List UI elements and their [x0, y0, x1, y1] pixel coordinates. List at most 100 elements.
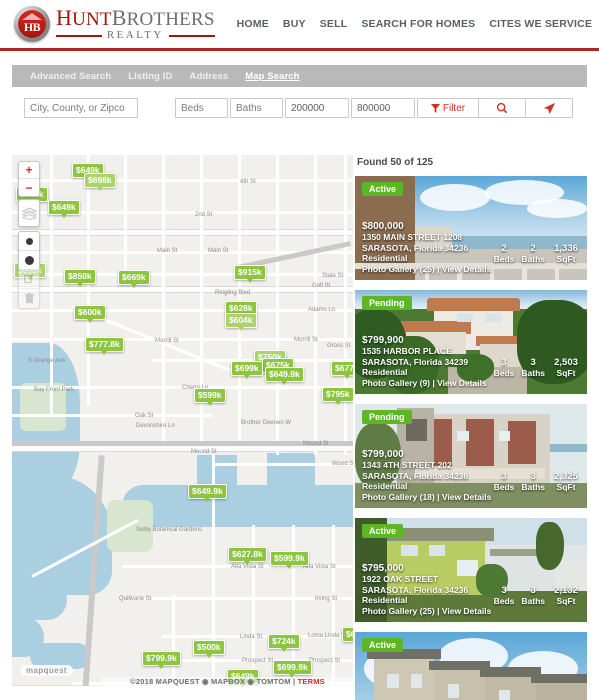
results-count: Found 50 of 125	[357, 157, 434, 168]
map-price-marker[interactable]: $612k	[342, 627, 353, 642]
map-road	[162, 155, 165, 445]
map-zoom-controls[interactable]: + −	[18, 161, 40, 197]
nav-item-home[interactable]: HOME	[237, 18, 269, 30]
listing-details: $795,000 1922 OAK STREET SARASOTA, Florida…	[362, 563, 491, 617]
photo-shape	[373, 654, 434, 700]
trash-icon[interactable]	[19, 289, 39, 308]
map-street-label: Main St	[157, 248, 178, 254]
search-filter-row: City, County, or Zipco Beds Baths 200000…	[12, 97, 587, 119]
status-badge: Pending	[362, 410, 412, 424]
listing-card[interactable]: Active	[355, 632, 587, 700]
map-street-label: Irving St	[315, 596, 338, 602]
map-water	[122, 485, 353, 527]
map-road	[276, 155, 279, 455]
map-price-marker[interactable]: $599k	[194, 388, 226, 403]
listing-stat-baths: 3 Baths	[521, 585, 545, 606]
map-price-marker[interactable]: $698k	[84, 173, 116, 188]
listing-gallery-link[interactable]: Photo Gallery (18) | View Details	[362, 492, 491, 503]
map-road-major	[12, 229, 353, 236]
map-price-marker[interactable]: $699k	[231, 361, 263, 376]
listing-card[interactable]: Pending $799,000 1343 4TH STREET 202 SARASO…	[355, 404, 587, 508]
filter-button[interactable]: Filter	[417, 98, 479, 118]
nav-item-search-for-homes[interactable]: SEARCH FOR HOMES	[361, 18, 475, 30]
map-price-marker[interactable]: $649k	[48, 200, 80, 215]
location-input[interactable]: City, County, or Zipco	[24, 98, 138, 118]
zoom-in-button[interactable]: +	[19, 162, 39, 179]
search-tab-advanced-search[interactable]: Advanced Search	[30, 71, 111, 82]
photo-shape	[387, 673, 400, 689]
listing-card[interactable]: Active $800,000 1350 MAIN STREET 1208 SARAS…	[355, 176, 587, 280]
map-price-marker[interactable]: $500k	[193, 640, 225, 655]
map-price-marker[interactable]: $599.9k	[270, 551, 309, 566]
photo-shape	[531, 673, 587, 683]
listing-details: $800,000 1350 MAIN STREET 1208 SARASOTA, F…	[362, 221, 491, 275]
map-price-marker[interactable]: $600k	[74, 305, 106, 320]
search-tab-address[interactable]: Address	[190, 71, 229, 82]
map-attribution: ©2018 MAPQUEST ◉ MAPBOX ◉ TOMTOM | TERMS	[102, 677, 353, 686]
map-price-marker[interactable]: $677k	[331, 361, 353, 376]
map-price-marker[interactable]: $649.9k	[188, 484, 227, 499]
listing-stat-sqft: 1,336 SqFt	[552, 243, 580, 264]
map-price-marker[interactable]: $724k	[268, 634, 300, 649]
listing-stat-value: 3	[501, 585, 507, 596]
map-layers-control[interactable]	[18, 199, 40, 227]
map-draw-controls[interactable]	[18, 231, 40, 271]
listing-card[interactable]: Active $795,000 1922 OAK STREET SARASOTA, F…	[355, 518, 587, 622]
search-tab-listing-id[interactable]: Listing ID	[128, 71, 172, 82]
map-price-marker[interactable]: $649.9k	[265, 367, 304, 382]
beds-input[interactable]: Beds	[175, 98, 228, 118]
map-price-marker[interactable]: $699.9k	[273, 660, 312, 675]
listing-stat-sqft: 2,132 SqFt	[552, 585, 580, 606]
listing-gallery-link[interactable]: Photo Gallery (9) | View Details	[362, 378, 487, 389]
search-tab-map-search[interactable]: Map Search	[245, 71, 299, 82]
zoom-out-button[interactable]: −	[19, 179, 39, 196]
listing-gallery-link[interactable]: Photo Gallery (25) | View Details	[362, 606, 491, 617]
listing-stat-label: Baths	[521, 254, 545, 264]
listing-stats: 3 Beds 3 Baths 2,503 SqFt	[494, 357, 580, 378]
map-price-marker[interactable]: $799.9k	[142, 651, 181, 666]
map-price-marker[interactable]: $627.8k	[228, 547, 267, 562]
listing-gallery-link[interactable]: Photo Gallery (25) | View Details	[362, 264, 491, 275]
photo-shape	[484, 312, 502, 323]
price-max-input[interactable]: 800000	[351, 98, 415, 118]
layers-icon[interactable]	[19, 200, 39, 226]
listing-stat-label: Beds	[493, 254, 515, 264]
map-terms-link[interactable]: TERMS	[298, 677, 325, 686]
listing-stat-value: 3	[501, 357, 507, 368]
small-circle-icon[interactable]	[19, 232, 39, 251]
map-shape-tools[interactable]	[18, 269, 40, 309]
search-button[interactable]	[479, 98, 526, 118]
nav-item-sell[interactable]: SELL	[320, 18, 348, 30]
brand-b: B	[111, 5, 127, 30]
map-price-marker[interactable]: $795k	[322, 387, 353, 402]
listings-panel[interactable]: Found 50 of 125 Active $800,000 1350 MAIN …	[355, 155, 587, 700]
map-price-marker[interactable]: $777.8k	[85, 337, 124, 352]
map-price-marker[interactable]: $915k	[234, 265, 266, 280]
map-price-marker[interactable]: $604k	[225, 313, 257, 328]
listing-type: Residential	[362, 253, 408, 263]
locate-button[interactable]	[526, 98, 573, 118]
map-street-label: Linda St	[240, 634, 263, 640]
nav-item-cites-we-service[interactable]: CITES WE SERVICE	[489, 18, 592, 30]
map-price-marker[interactable]: $669k	[118, 270, 150, 285]
map-street-label: Loma Linda St	[308, 633, 347, 639]
listing-stat-value: 3	[530, 357, 536, 368]
map-road	[12, 179, 353, 182]
edit-shape-icon[interactable]	[19, 270, 39, 289]
site-logo[interactable]: HB HUNTBROTHERS REALTY	[14, 6, 215, 42]
baths-input[interactable]: Baths	[230, 98, 283, 118]
photo-shape	[508, 420, 536, 465]
map-street-label: S Orange Ave	[28, 358, 66, 364]
map-canvas[interactable]: 4th St2nd StMain StMain StState StState …	[12, 155, 353, 686]
price-min-input[interactable]: 200000	[285, 98, 349, 118]
large-circle-icon[interactable]	[19, 251, 39, 270]
logo-badge-icon: HB	[14, 6, 50, 42]
listing-stat-beds: 2 Beds	[494, 243, 515, 264]
listing-stats: 3 Beds 3 Baths 2,132 SqFt	[494, 585, 580, 606]
nav-item-buy[interactable]: BUY	[283, 18, 306, 30]
map-price-marker[interactable]: $850k	[64, 269, 96, 284]
listing-card[interactable]: Pending $799,900 1535 HARBOR PLACE SARASOTA…	[355, 290, 587, 394]
listing-stat-label: SqFt	[556, 596, 576, 606]
photo-shape	[498, 690, 511, 700]
photo-shape	[433, 667, 485, 700]
